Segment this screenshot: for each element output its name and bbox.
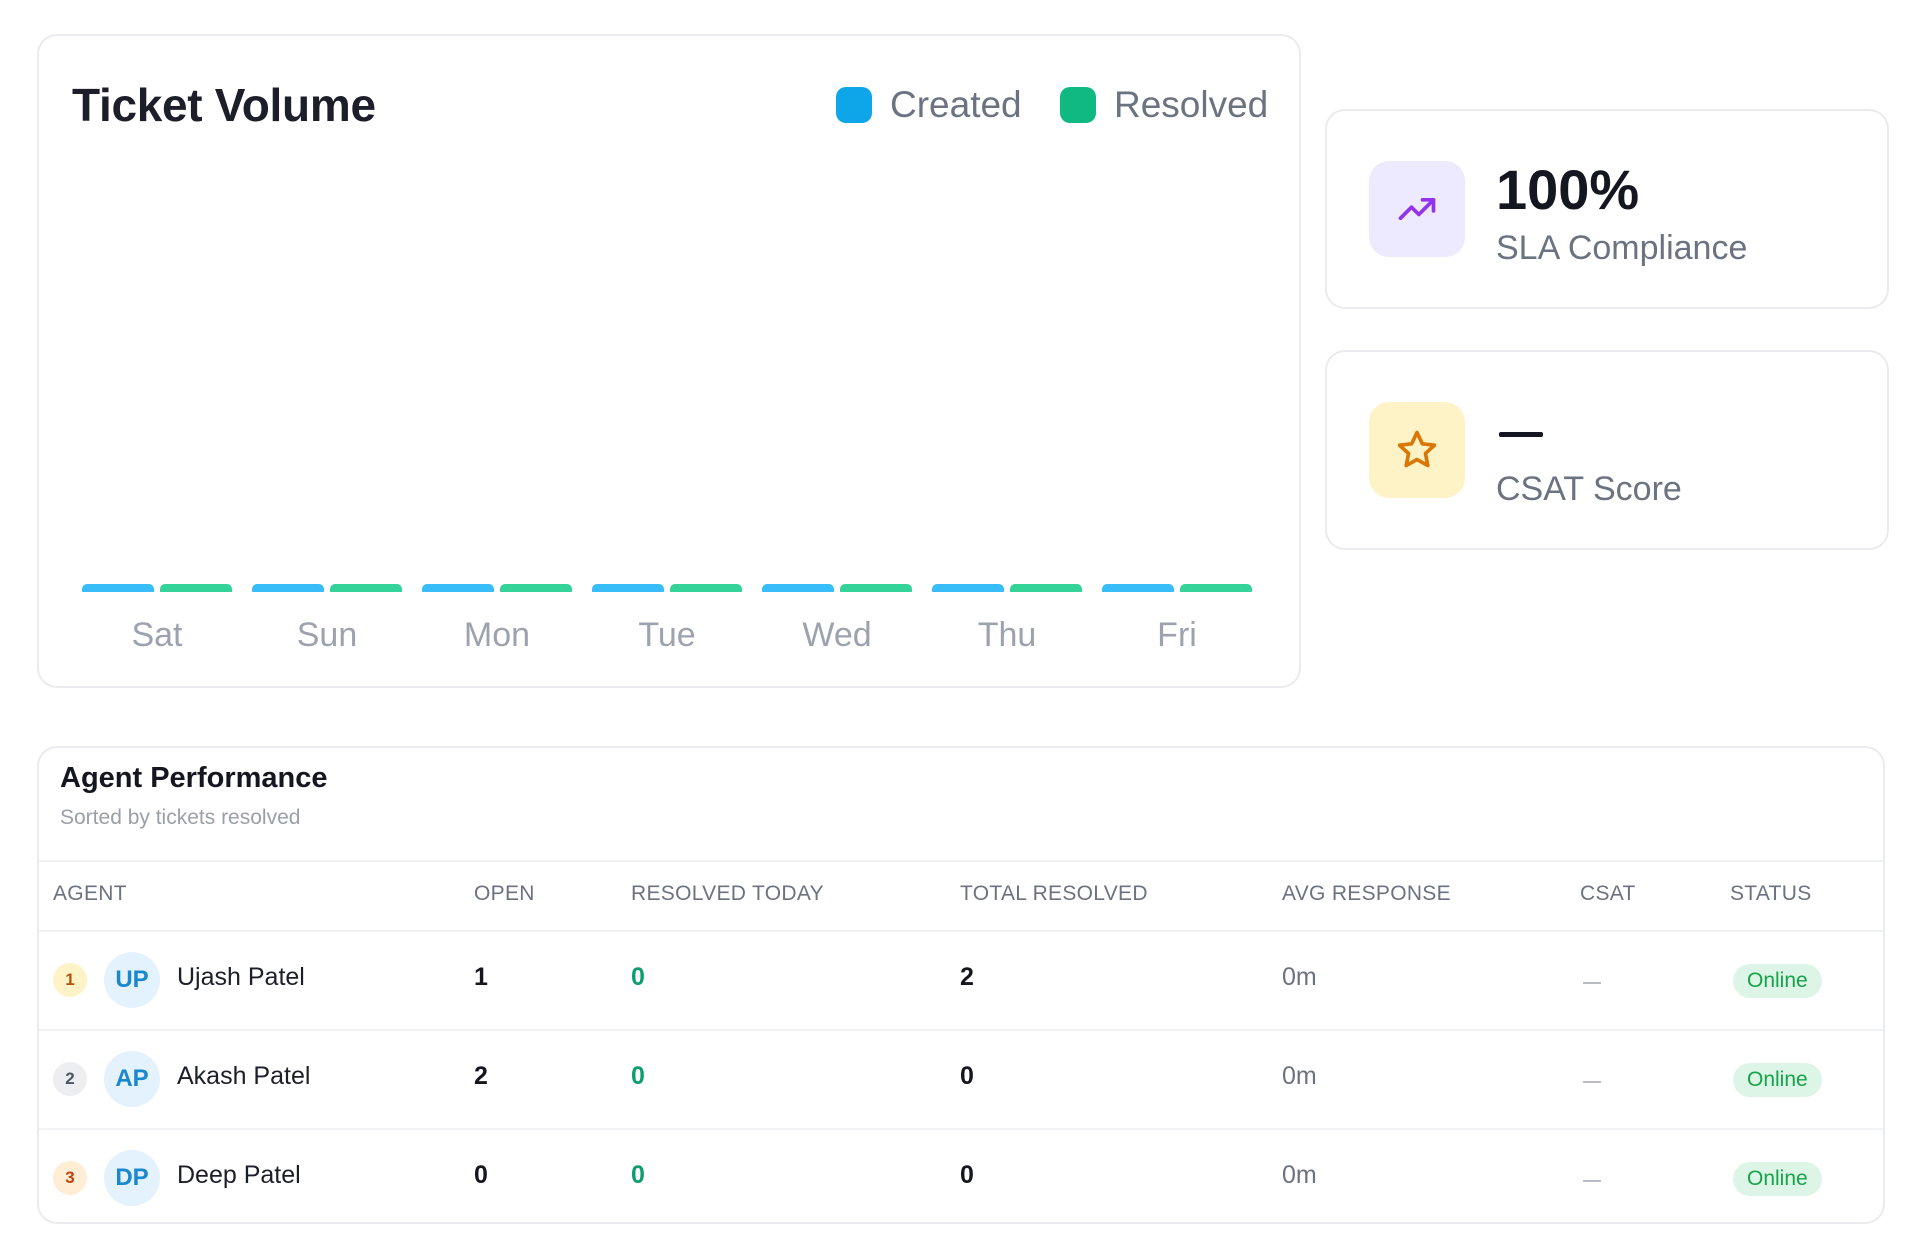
agent-name: Ujash Patel [177,963,305,991]
baseline [39,592,1299,600]
csat-empty [1583,1081,1601,1083]
col-total-resolved[interactable]: TOTAL RESOLVED [960,882,1148,906]
header-divider-top [39,860,1883,862]
avg-response: 0m [1282,963,1317,991]
agents-subtitle: Sorted by tickets resolved [60,806,301,829]
sla-label: SLA Compliance [1496,229,1748,267]
col-agent[interactable]: AGENT [53,882,127,906]
avatar: AP [104,1051,160,1107]
rank-badge: 3 [53,1161,87,1195]
resolved-today: 0 [631,1161,645,1189]
status-badge: Online [1733,1063,1822,1097]
csat-empty [1583,982,1601,984]
rank-badge: 1 [53,963,87,997]
open-count: 1 [474,963,488,991]
col-avg-response[interactable]: AVG RESPONSE [1282,882,1451,906]
col-status[interactable]: STATUS [1730,882,1812,906]
x-tick-label: Sun [297,616,358,654]
open-count: 0 [474,1161,488,1189]
rank-badge: 2 [53,1062,87,1096]
resolved-today: 0 [631,963,645,991]
agent-name: Deep Patel [177,1161,301,1189]
total-resolved: 2 [960,963,974,991]
avg-response: 0m [1282,1161,1317,1189]
table-row[interactable]: 1 UP Ujash Patel 1 0 2 0m Online [39,932,1883,1029]
csat-score-card: — CSAT Score [1325,350,1889,550]
agents-title: Agent Performance [60,762,328,794]
table-row[interactable]: 3 DP Deep Patel 0 0 0 0m Online [39,1130,1883,1222]
csat-icon-tile [1369,402,1465,498]
agent-name: Akash Patel [177,1062,311,1090]
ticket-volume-chart: Sat Sun Mon Tue Wed Thu Fri [39,584,1299,654]
avatar: UP [104,952,160,1008]
sla-icon-tile [1369,161,1465,257]
sla-value: 100% [1496,158,1640,221]
avg-response: 0m [1282,1062,1317,1090]
x-tick-label: Thu [978,616,1037,654]
avatar: DP [104,1150,160,1206]
trending-up-icon [1398,198,1436,220]
x-tick-label: Wed [802,616,871,654]
resolved-today: 0 [631,1062,645,1090]
csat-value [1499,432,1543,437]
star-icon [1397,430,1437,468]
x-tick-label: Fri [1157,616,1197,654]
col-open[interactable]: OPEN [474,882,535,906]
total-resolved: 0 [960,1062,974,1090]
x-tick-label: Mon [464,616,530,654]
status-badge: Online [1733,1162,1822,1196]
x-tick-label: Tue [638,616,695,654]
agent-performance-card: Agent Performance Sorted by tickets reso… [37,746,1885,1224]
sla-compliance-card: 100% SLA Compliance [1325,109,1889,309]
table-row[interactable]: 2 AP Akash Patel 2 0 0 0m Online [39,1031,1883,1128]
x-tick-label: Sat [131,616,183,654]
status-badge: Online [1733,964,1822,998]
ticket-volume-card: Ticket Volume Created Resolved Sat Sun Mon… [37,34,1301,688]
total-resolved: 0 [960,1161,974,1189]
col-resolved-today[interactable]: RESOLVED TODAY [631,882,824,906]
csat-label: CSAT Score [1496,470,1682,508]
csat-empty [1583,1180,1601,1182]
col-csat[interactable]: CSAT [1580,882,1636,906]
open-count: 2 [474,1062,488,1090]
